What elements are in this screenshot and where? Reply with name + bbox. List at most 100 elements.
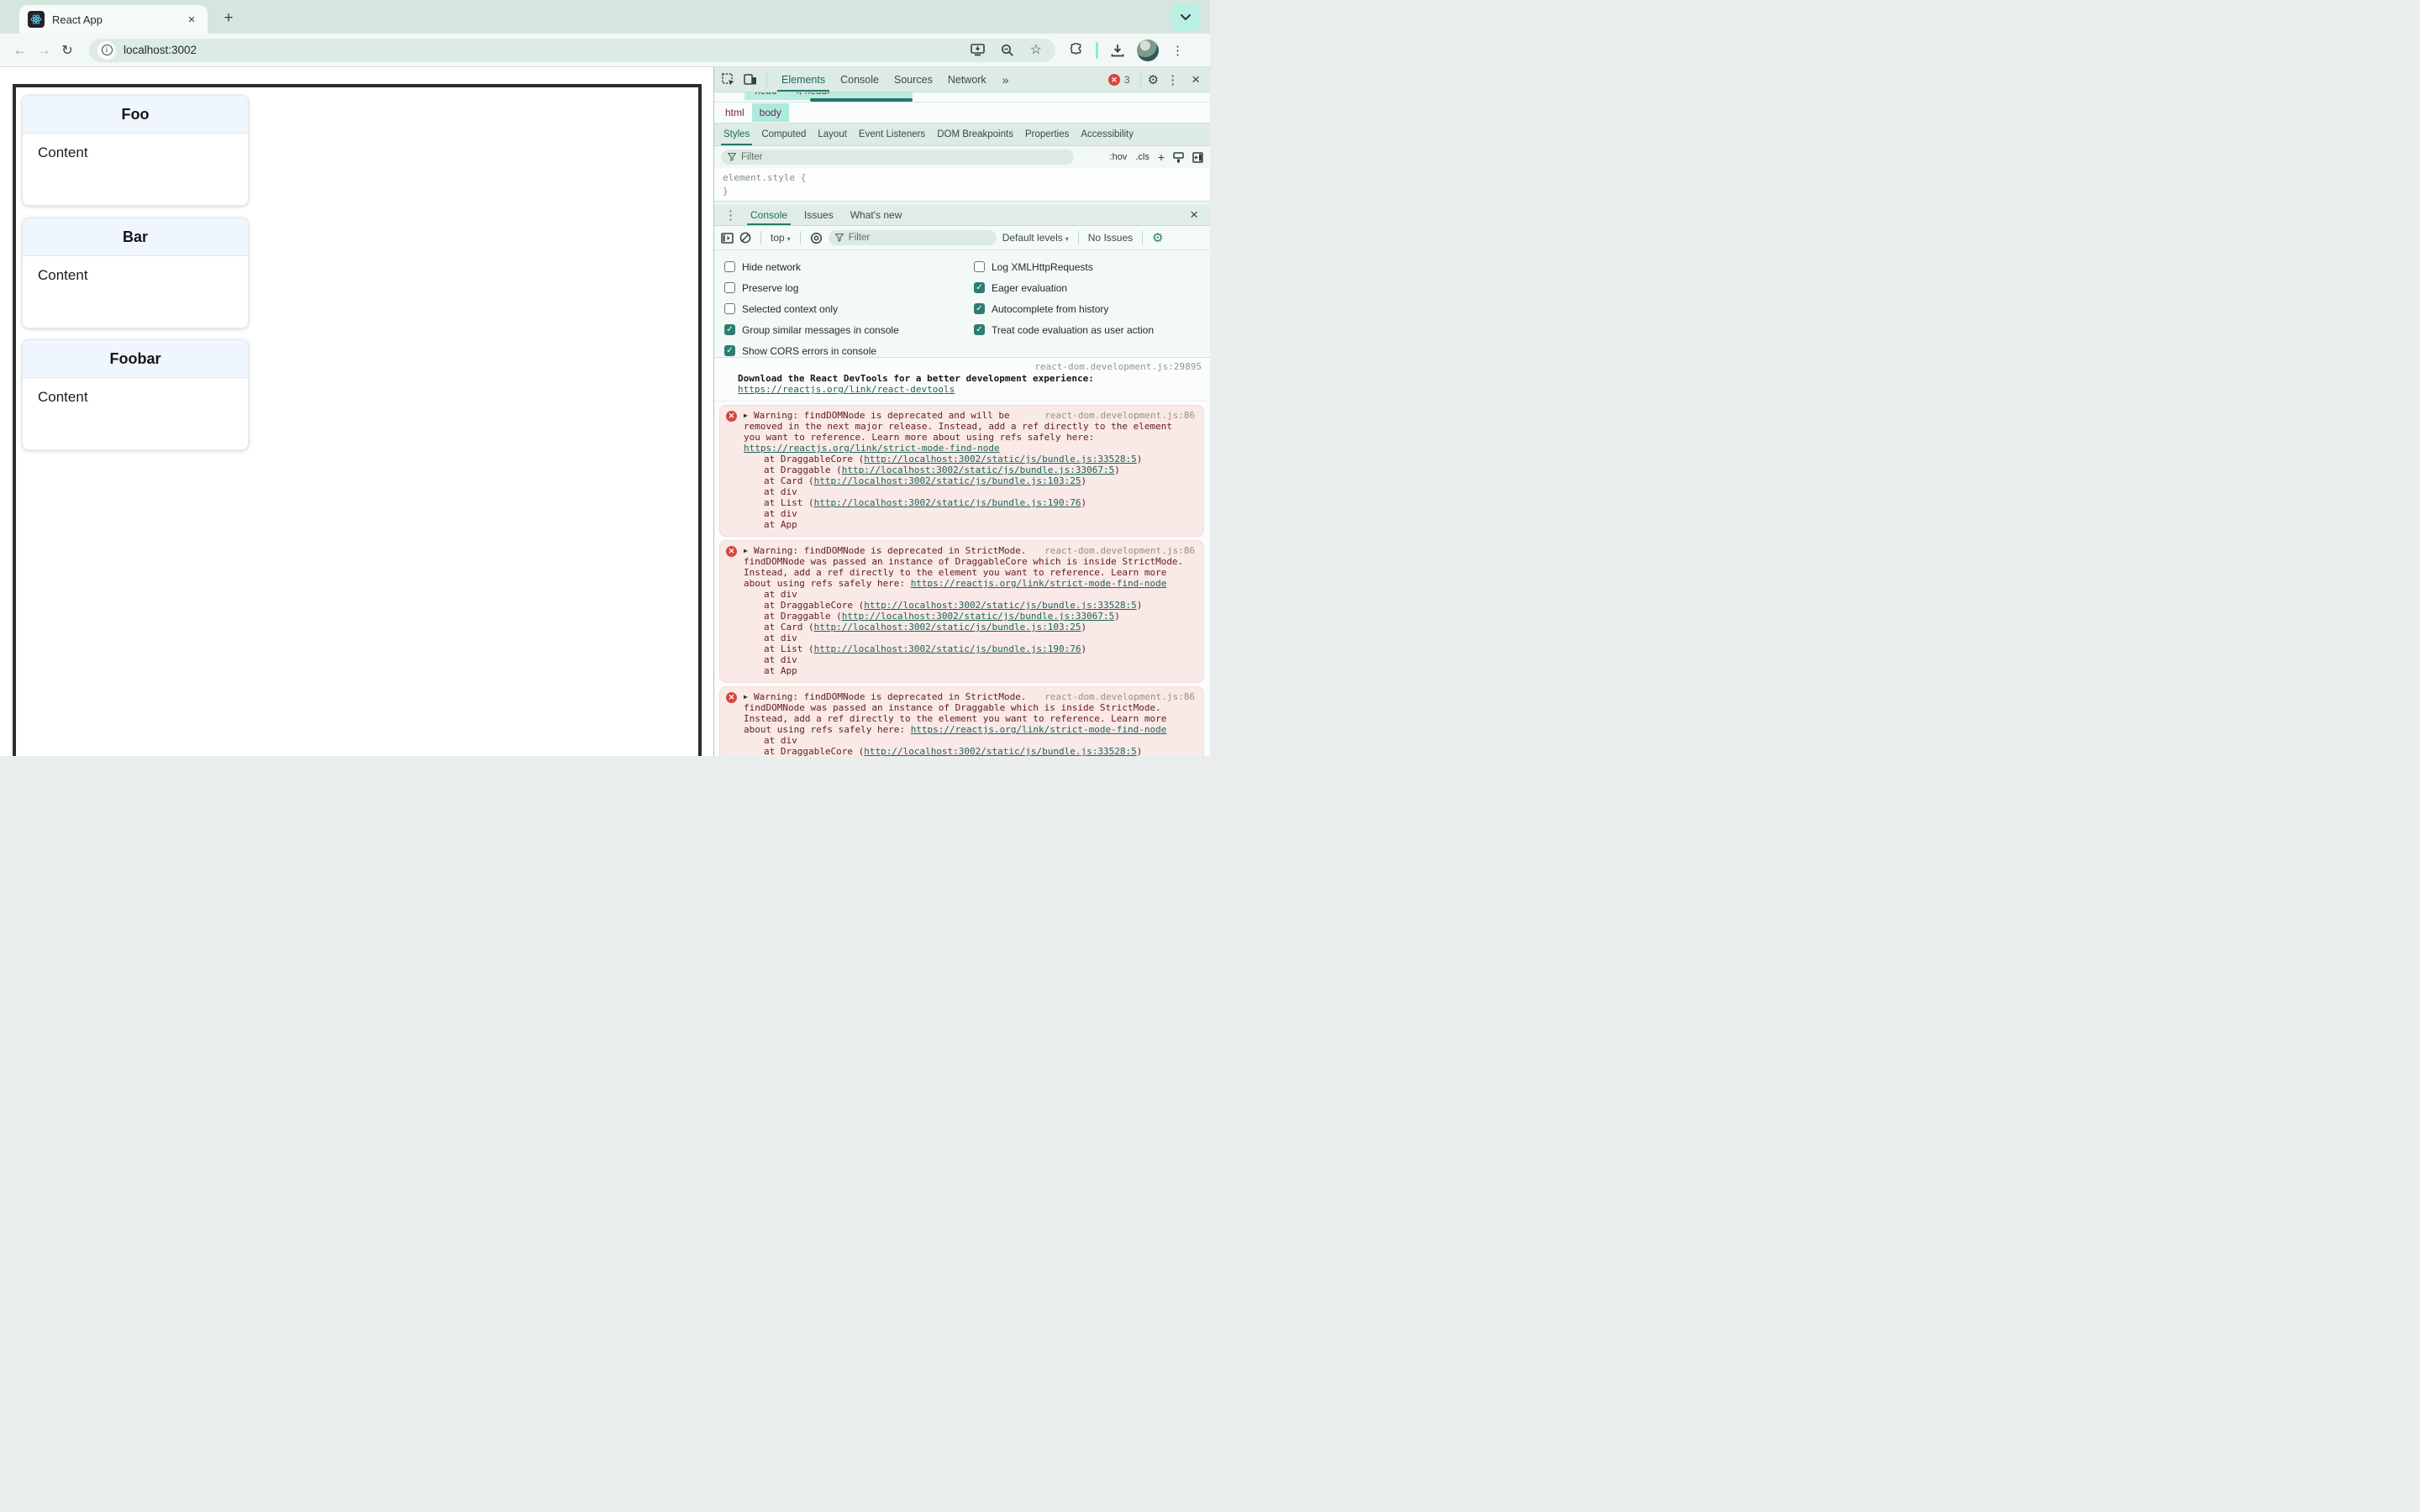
expand-triangle-icon[interactable]: ▶ xyxy=(744,410,754,421)
console-settings-icon[interactable]: ⚙ xyxy=(1152,230,1163,245)
new-tab-button[interactable]: + xyxy=(217,7,240,30)
rendering-icon[interactable] xyxy=(1173,151,1184,163)
site-info-icon[interactable]: i xyxy=(97,40,116,60)
message-link[interactable]: https://reactjs.org/link/strict-mode-fin… xyxy=(911,578,1167,589)
card-header[interactable]: Foobar xyxy=(23,340,248,378)
console-setting[interactable]: ✓ Group similar messages in console xyxy=(724,319,899,340)
reload-button[interactable]: ↻ xyxy=(55,39,79,62)
console-setting[interactable]: Log XMLHttpRequests xyxy=(974,256,1154,277)
profile-avatar[interactable] xyxy=(1137,39,1159,61)
drawer-tab-what-s-new[interactable]: What's new xyxy=(842,205,911,225)
live-expression-eye-icon[interactable] xyxy=(810,232,823,244)
stack-link[interactable]: http://localhost:3002/static/js/bundle.j… xyxy=(842,465,1115,475)
source-location-link[interactable]: react-dom.development.js:86 xyxy=(1044,545,1195,556)
devtools-close-icon[interactable]: × xyxy=(1186,71,1205,88)
context-selector[interactable]: top ▾ xyxy=(771,232,791,244)
draggable-card[interactable]: Foo Content xyxy=(22,95,249,206)
checkbox[interactable] xyxy=(974,261,985,272)
drawer-close-icon[interactable]: × xyxy=(1185,207,1203,223)
message-link[interactable]: https://reactjs.org/link/strict-mode-fin… xyxy=(744,443,1000,454)
tab-network[interactable]: Network xyxy=(940,67,994,92)
zoom-out-icon[interactable] xyxy=(1001,44,1014,57)
styles-tab-styles[interactable]: Styles xyxy=(718,123,755,145)
breadcrumb-body[interactable]: body xyxy=(751,103,789,122)
tab-search-button[interactable] xyxy=(1171,3,1200,31)
stack-link[interactable]: http://localhost:3002/static/js/bundle.j… xyxy=(864,600,1137,611)
dock-sidebar-icon[interactable] xyxy=(1192,151,1203,163)
downloads-icon[interactable] xyxy=(1111,44,1124,57)
checkbox-checked[interactable]: ✓ xyxy=(974,324,985,335)
clear-console-icon[interactable] xyxy=(739,232,751,244)
tab-elements[interactable]: Elements xyxy=(774,67,833,92)
stack-link[interactable]: http://localhost:3002/static/js/bundle.j… xyxy=(814,622,1081,633)
checkbox-checked[interactable]: ✓ xyxy=(974,282,985,293)
styles-filter-input[interactable]: Filter xyxy=(721,150,1074,165)
toggle-hover-state[interactable]: :hov xyxy=(1110,152,1128,162)
stack-link[interactable]: http://localhost:3002/static/js/bundle.j… xyxy=(842,611,1115,622)
console-setting[interactable]: ✓ Eager evaluation xyxy=(974,277,1154,298)
styles-tab-event-listeners[interactable]: Event Listeners xyxy=(853,123,931,145)
draggable-card[interactable]: Bar Content xyxy=(22,218,249,328)
error-count-badge[interactable]: ✕ 3 xyxy=(1107,73,1130,86)
stack-link[interactable]: http://localhost:3002/static/js/bundle.j… xyxy=(864,454,1137,465)
expand-triangle-icon[interactable]: ▶ xyxy=(744,545,754,556)
styles-tab-accessibility[interactable]: Accessibility xyxy=(1075,123,1139,145)
element-style-block[interactable]: element.style { } xyxy=(714,168,1210,202)
browser-tab[interactable]: React App × xyxy=(19,5,208,34)
stack-link[interactable]: http://localhost:3002/static/js/bundle.j… xyxy=(814,475,1081,486)
source-location-link[interactable]: react-dom.development.js:86 xyxy=(1044,691,1195,702)
show-console-sidebar-icon[interactable] xyxy=(721,232,734,244)
console-setting[interactable]: Preserve log xyxy=(724,277,899,298)
card-header[interactable]: Foo xyxy=(23,96,248,134)
expand-triangle-icon[interactable]: ▶ xyxy=(744,691,754,702)
devtools-menu-icon[interactable]: ⋮ xyxy=(1162,72,1183,87)
console-filter-input[interactable]: Filter xyxy=(828,230,997,245)
message-link[interactable]: https://reactjs.org/link/react-devtools xyxy=(738,384,955,395)
drawer-tab-console[interactable]: Console xyxy=(742,205,796,225)
styles-tab-dom-breakpoints[interactable]: DOM Breakpoints xyxy=(931,123,1019,145)
styles-tab-properties[interactable]: Properties xyxy=(1019,123,1075,145)
extensions-puzzle-icon[interactable] xyxy=(1069,43,1083,57)
console-warning[interactable]: ✕ react-dom.development.js:86 ▶ Warning: fi… xyxy=(719,540,1204,683)
console-warning[interactable]: ✕ react-dom.development.js:86 ▶ Warning: fi… xyxy=(719,405,1204,537)
dom-tree-clipped-row[interactable]: head </head> xyxy=(714,92,1210,102)
console-setting[interactable]: Hide network xyxy=(724,256,899,277)
console-setting[interactable]: Selected context only xyxy=(724,298,899,319)
checkbox-checked[interactable]: ✓ xyxy=(974,303,985,314)
source-location-link[interactable]: react-dom.development.js:29895 xyxy=(738,361,1202,372)
tab-sources[interactable]: Sources xyxy=(886,67,940,92)
stack-link[interactable]: http://localhost:3002/static/js/bundle.j… xyxy=(864,746,1137,756)
message-link[interactable]: https://reactjs.org/link/strict-mode-fin… xyxy=(911,724,1167,735)
drawer-tab-issues[interactable]: Issues xyxy=(796,205,842,225)
new-style-rule-button[interactable]: + xyxy=(1158,150,1165,164)
back-button[interactable]: ← xyxy=(8,39,32,62)
drawer-menu-icon[interactable]: ⋮ xyxy=(721,207,740,223)
address-bar[interactable]: i localhost:3002 ☆ xyxy=(89,38,1055,62)
forward-button[interactable]: → xyxy=(32,39,55,62)
log-levels-dropdown[interactable]: Default levels ▾ xyxy=(1002,232,1069,244)
checkbox-checked[interactable]: ✓ xyxy=(724,345,735,356)
tab-console[interactable]: Console xyxy=(833,67,886,92)
browser-menu-icon[interactable]: ⋮ xyxy=(1171,43,1184,58)
devtools-settings-icon[interactable]: ⚙ xyxy=(1148,72,1159,87)
source-location-link[interactable]: react-dom.development.js:86 xyxy=(1044,410,1195,421)
stack-link[interactable]: http://localhost:3002/static/js/bundle.j… xyxy=(814,497,1081,508)
draggable-card[interactable]: Foobar Content xyxy=(22,339,249,450)
checkbox[interactable] xyxy=(724,303,735,314)
install-app-icon[interactable] xyxy=(970,44,985,56)
tab-close-icon[interactable]: × xyxy=(184,13,199,27)
bookmark-star-icon[interactable]: ☆ xyxy=(1030,43,1042,57)
issues-counter[interactable]: No Issues xyxy=(1088,232,1133,244)
console-info-message[interactable]: react-dom.development.js:29895 Download t… xyxy=(714,358,1210,402)
url-text[interactable]: localhost:3002 xyxy=(124,44,971,56)
more-tabs-icon[interactable]: » xyxy=(997,73,1014,87)
inspect-element-icon[interactable] xyxy=(719,71,738,89)
checkbox[interactable] xyxy=(724,282,735,293)
breadcrumb-html[interactable]: html xyxy=(718,103,752,122)
device-toolbar-icon[interactable] xyxy=(741,71,760,89)
stack-link[interactable]: http://localhost:3002/static/js/bundle.j… xyxy=(814,643,1081,654)
checkbox[interactable] xyxy=(724,261,735,272)
console-warning[interactable]: ✕ react-dom.development.js:86 ▶ Warning: fi… xyxy=(719,686,1204,756)
styles-tab-computed[interactable]: Computed xyxy=(755,123,812,145)
console-setting[interactable]: ✓ Autocomplete from history xyxy=(974,298,1154,319)
